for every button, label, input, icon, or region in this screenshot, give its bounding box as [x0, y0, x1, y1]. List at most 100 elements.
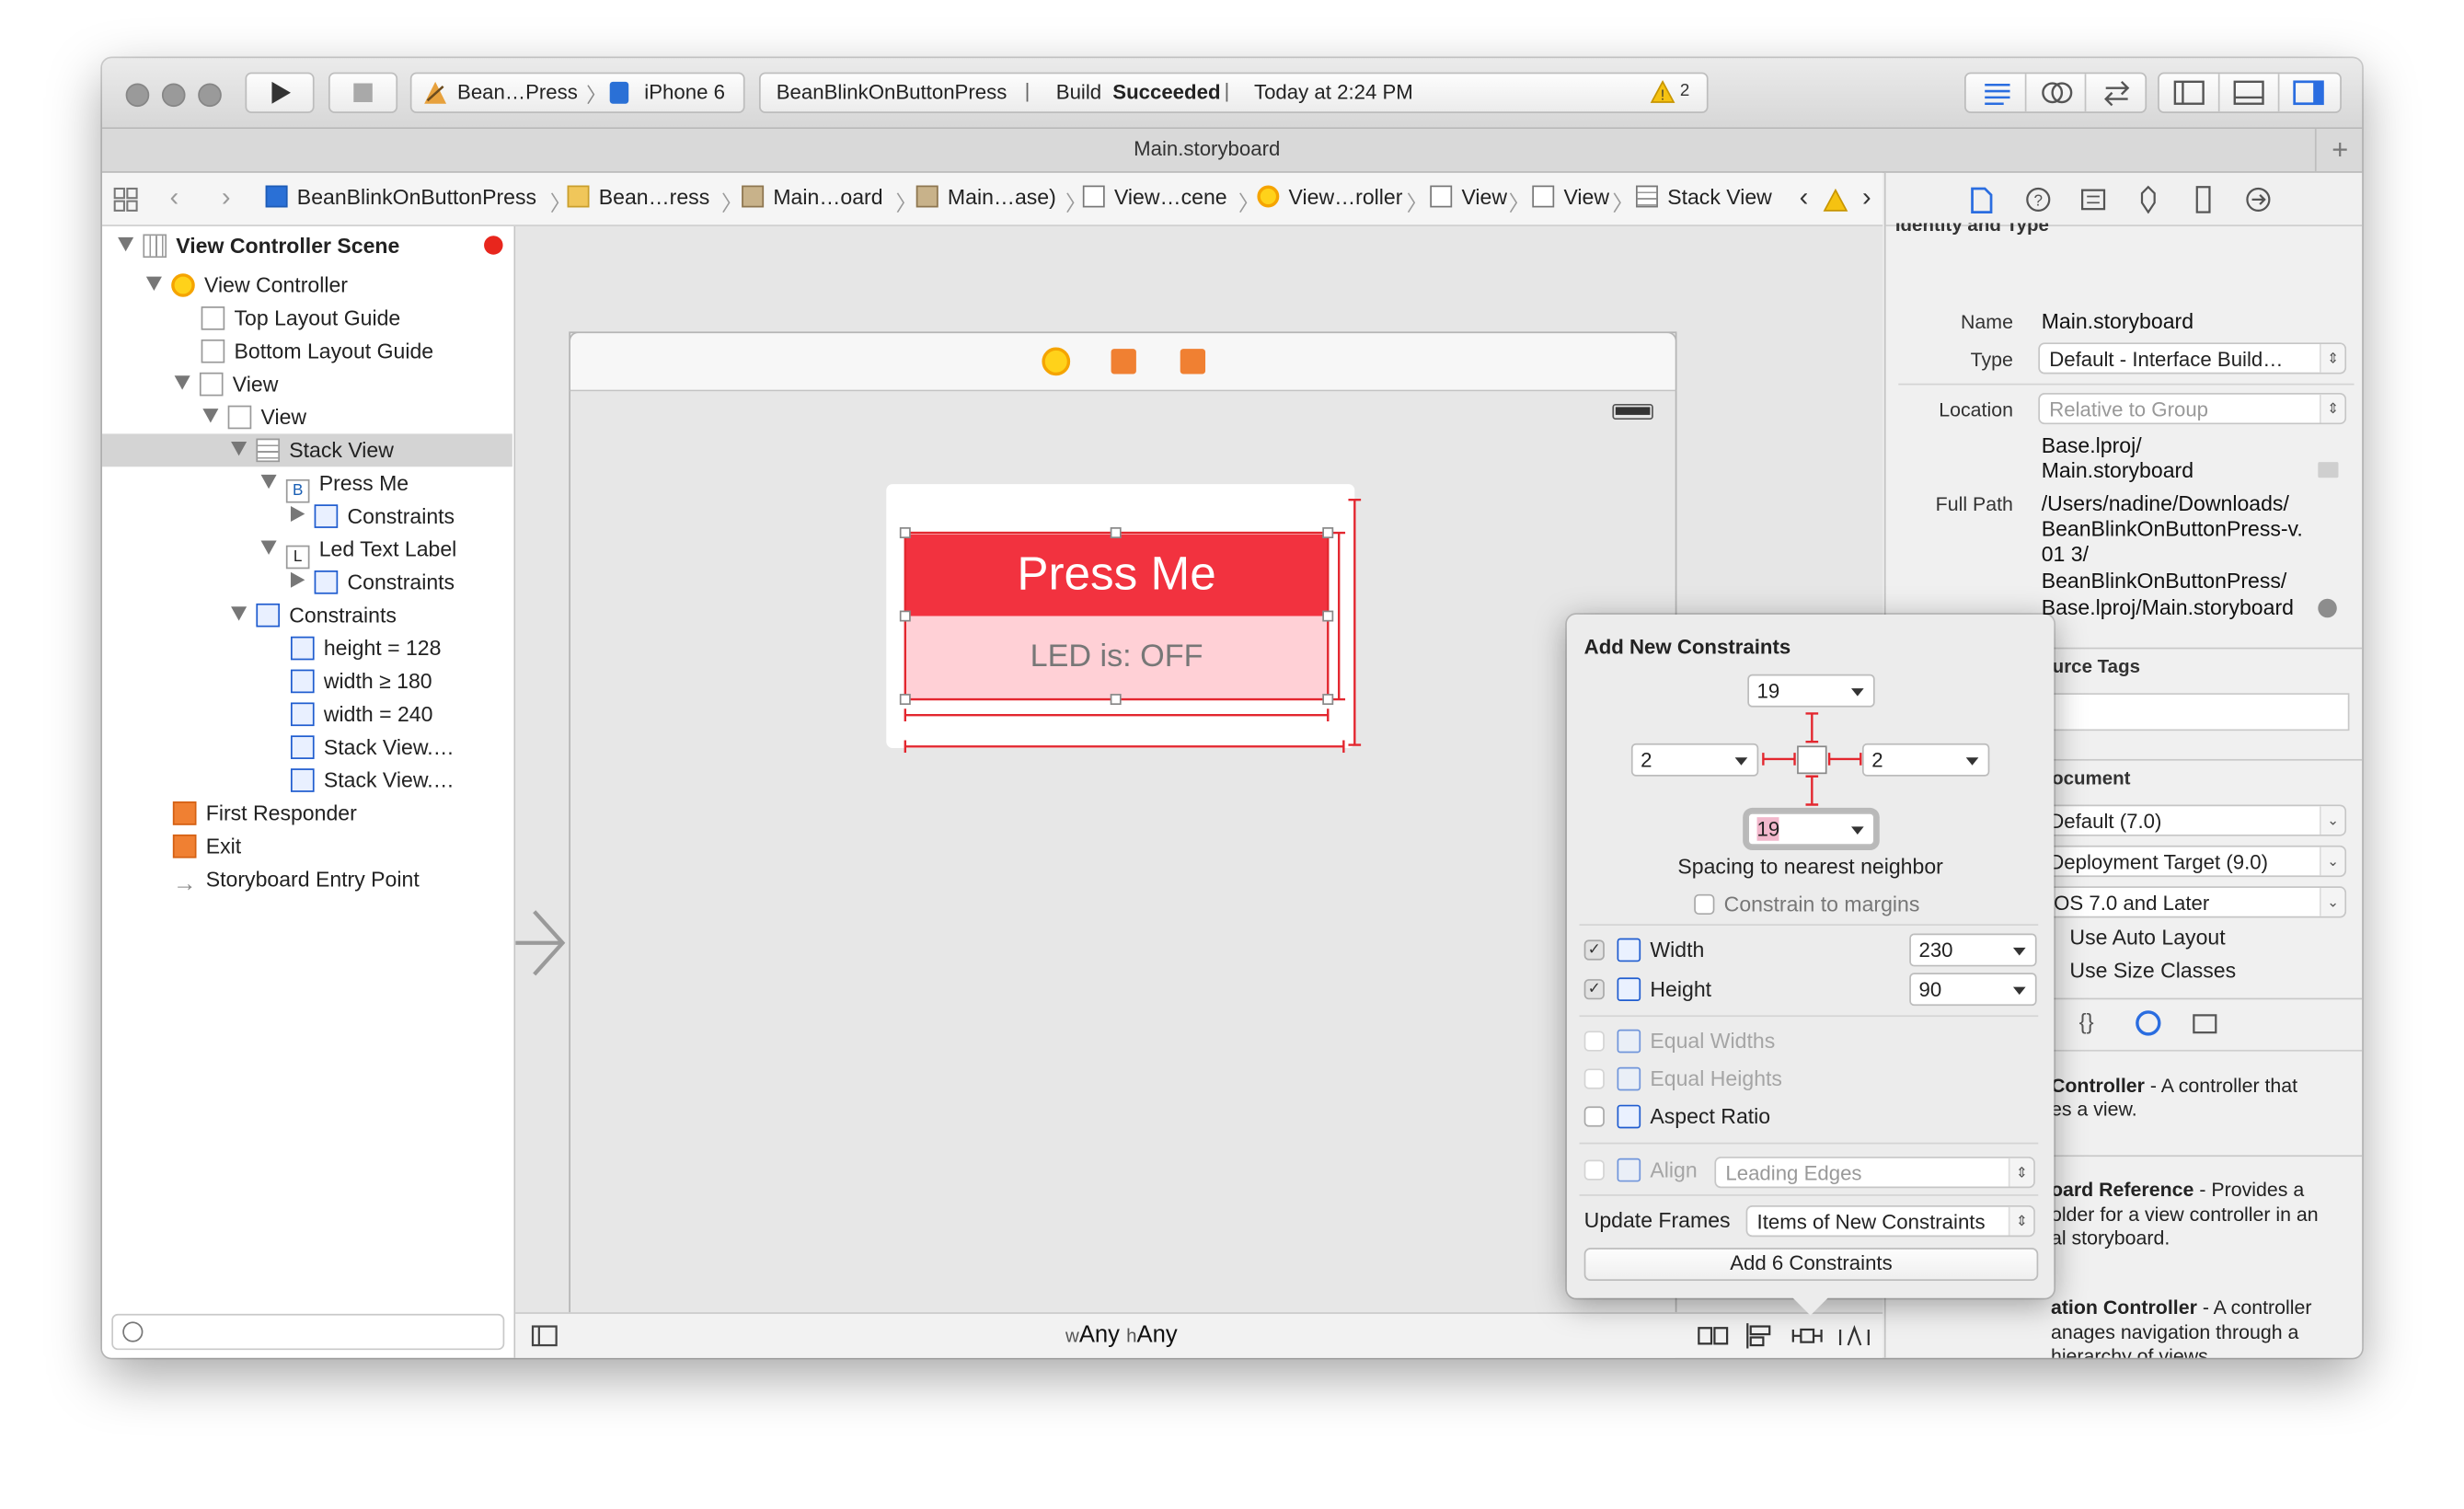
outline-item[interactable]: View [202, 401, 306, 434]
location-popup[interactable]: Relative to Group ⇕ [2038, 393, 2347, 425]
breadcrumb-scene[interactable]: View…cene [1082, 185, 1227, 209]
builds-for-popup[interactable]: Deployment Target (9.0) ⌄ [2038, 845, 2347, 878]
next-issue-arrow-icon[interactable]: › [1862, 182, 1871, 213]
align-button-icon[interactable] [1744, 1321, 1776, 1350]
library-item-storyboard-reference[interactable]: oard Reference - Provides a older for a v… [2051, 1179, 2357, 1251]
previous-issue-arrow-icon[interactable]: ‹ [1800, 182, 1809, 213]
object-library-icon[interactable] [2136, 1010, 2161, 1036]
zoom-window-button[interactable] [198, 83, 222, 108]
outline-item[interactable]: Stack View.… [290, 764, 455, 797]
exit-icon[interactable] [1180, 349, 1206, 374]
breadcrumb-stack-view[interactable]: Stack View [1636, 185, 1772, 209]
toggle-utilities-icon[interactable] [2293, 80, 2324, 106]
attributes-inspector-icon[interactable] [2136, 185, 2160, 214]
library-item-view-controller[interactable]: Controller - A controller that es a view. [2051, 1075, 2357, 1122]
reveal-folder-icon[interactable] [2318, 462, 2339, 478]
toggle-debug-area-icon[interactable] [2233, 80, 2264, 105]
outline-item[interactable]: Constraints [290, 500, 455, 533]
outline-item[interactable]: height = 128 [290, 632, 441, 665]
identity-inspector-icon[interactable] [2080, 187, 2106, 212]
outline-item[interactable]: Top Layout Guide [201, 302, 400, 335]
align-popup[interactable]: Leading Edges ⇕ [1714, 1157, 2035, 1189]
height-checkbox[interactable]: ✓ [1583, 979, 1605, 1000]
issue-warning-icon[interactable] [1823, 188, 1848, 213]
file-inspector-icon[interactable] [1969, 187, 1994, 213]
breadcrumb-view[interactable]: View [1430, 185, 1507, 209]
top-spacing-field[interactable]: 19 [1747, 674, 1875, 708]
breadcrumb-project[interactable]: BeanBlinkOnButtonPress [265, 185, 536, 209]
left-spacing-field[interactable]: 2 [1630, 743, 1759, 777]
back-arrow-icon[interactable]: ‹ [169, 182, 178, 213]
run-button[interactable] [245, 72, 315, 113]
show-outline-icon[interactable] [531, 1325, 558, 1347]
media-library-icon[interactable] [2193, 1014, 2217, 1034]
outline-item[interactable]: width ≥ 180 [290, 664, 432, 697]
reveal-in-finder-arrow-icon[interactable] [2318, 598, 2337, 618]
tab-main-storyboard[interactable]: Main.storyboard [102, 137, 2311, 161]
forward-arrow-icon[interactable]: › [222, 182, 231, 213]
constrain-to-margins-label[interactable]: Constrain to margins [1724, 893, 1920, 916]
use-size-classes-label[interactable]: Use Size Classes [2069, 959, 2236, 983]
view-controller-icon[interactable] [1042, 347, 1071, 376]
outline-filter-field[interactable] [111, 1313, 505, 1351]
view-as-popup[interactable]: iOS 7.0 and Later ⌄ [2038, 886, 2347, 918]
breadcrumb-storyboard[interactable]: Main…oard [742, 185, 883, 209]
constrain-to-margins-checkbox[interactable] [1694, 893, 1715, 916]
width-checkbox[interactable]: ✓ [1583, 939, 1605, 961]
breadcrumb-folder[interactable]: Bean…ress [567, 185, 709, 209]
pin-button-icon[interactable] [1791, 1321, 1823, 1350]
related-items-icon[interactable] [113, 187, 138, 212]
connections-inspector-icon[interactable] [2246, 187, 2271, 212]
type-popup[interactable]: Default - Interface Build… ⇕ [2038, 342, 2347, 374]
version-editor-icon[interactable] [2101, 78, 2133, 107]
outline-item[interactable]: → Storyboard Entry Point [172, 863, 420, 898]
equal-heights-checkbox[interactable] [1583, 1068, 1605, 1089]
aspect-ratio-checkbox[interactable] [1583, 1106, 1605, 1127]
stop-button[interactable] [328, 72, 398, 113]
outline-item[interactable]: width = 240 [290, 697, 432, 731]
stack-button-icon[interactable] [1698, 1321, 1729, 1350]
size-class-selector[interactable]: wAny hAny [1065, 1321, 1178, 1348]
breadcrumb-base[interactable]: Main…ase) [915, 185, 1056, 209]
breadcrumb-view-2[interactable]: View [1532, 185, 1609, 209]
update-frames-popup[interactable]: Items of New Constraints ⇕ [1745, 1205, 2035, 1238]
add-tab-button[interactable]: + [2314, 129, 2362, 172]
quick-help-icon[interactable]: ? [2026, 187, 2051, 212]
right-spacing-field[interactable]: 2 [1861, 743, 1990, 777]
outline-item[interactable]: Exit [172, 830, 241, 863]
opens-in-popup[interactable]: Default (7.0) ⌄ [2038, 804, 2347, 836]
outline-item[interactable]: Stack View.… [290, 731, 455, 764]
size-inspector-icon[interactable] [2193, 186, 2215, 214]
outline-item[interactable]: B Press Me [260, 467, 409, 503]
warning-count[interactable]: 2 [1680, 82, 1689, 100]
outline-item-selected[interactable]: Stack View [231, 433, 394, 467]
outline-item[interactable]: L Led Text Label [260, 533, 456, 570]
code-snippet-library-icon[interactable]: {} [2079, 1009, 2094, 1034]
assistant-editor-icon[interactable] [2042, 78, 2073, 107]
library-item-navigation-controller[interactable]: ation Controller - A controller anages na… [2051, 1296, 2357, 1358]
outline-item[interactable]: Constraints [290, 566, 455, 599]
outline-item[interactable]: Bottom Layout Guide [201, 335, 433, 368]
close-window-button[interactable] [125, 83, 150, 108]
add-constraints-button[interactable]: Add 6 Constraints [1583, 1248, 2039, 1282]
width-value-field[interactable]: 230 [1909, 933, 2037, 967]
resolve-issues-icon[interactable] [1838, 1321, 1870, 1350]
outline-scene-row[interactable]: View Controller Scene [118, 229, 503, 262]
outline-item[interactable]: View Controller [145, 269, 348, 302]
height-value-field[interactable]: 90 [1909, 973, 2037, 1007]
align-checkbox[interactable] [1583, 1159, 1605, 1181]
warning-icon[interactable]: ! [1650, 80, 1675, 104]
outline-item[interactable]: View [174, 368, 278, 401]
standard-editor-icon[interactable] [1982, 80, 2013, 106]
toggle-navigator-icon[interactable] [2173, 80, 2205, 105]
use-auto-layout-label[interactable]: Use Auto Layout [2069, 926, 2225, 950]
error-arrow-icon[interactable] [484, 236, 503, 255]
outline-item[interactable]: Constraints [231, 599, 397, 632]
first-responder-icon[interactable] [1111, 349, 1136, 374]
equal-widths-checkbox[interactable] [1583, 1031, 1605, 1052]
bottom-spacing-field[interactable]: 19 [1747, 812, 1875, 846]
scheme-selector[interactable]: Bean…Press 〉 iPhone 6 [409, 72, 745, 113]
minimize-window-button[interactable] [161, 83, 186, 108]
breadcrumb-view-controller[interactable]: View…roller [1257, 185, 1402, 209]
outline-item[interactable]: First Responder [172, 797, 357, 830]
